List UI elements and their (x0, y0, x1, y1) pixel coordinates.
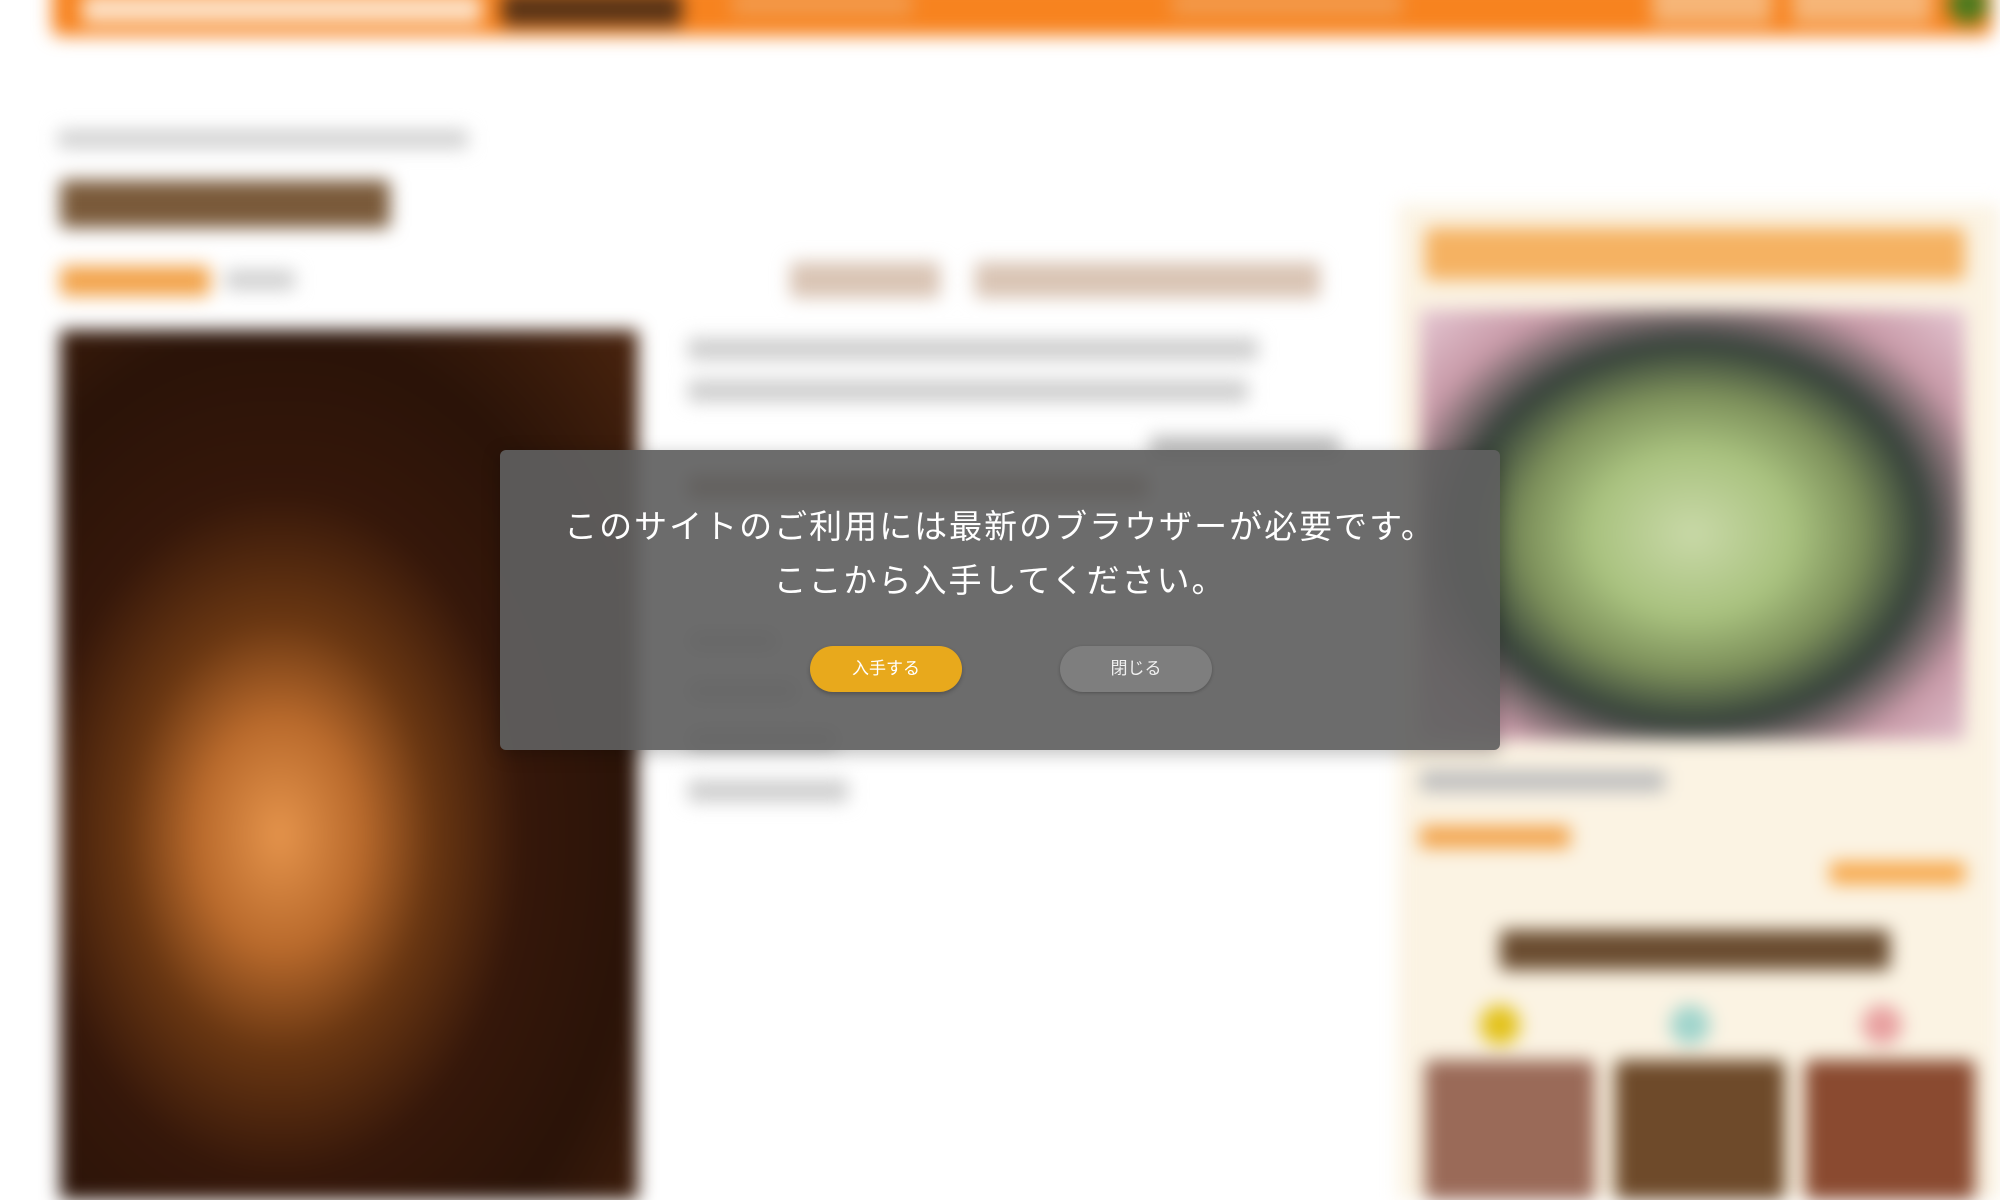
close-button[interactable]: 閉じる (1060, 646, 1212, 692)
sidebar-caption (1420, 770, 1665, 792)
ranking-thumbnail[interactable] (1615, 1060, 1785, 1200)
rating-count (225, 270, 295, 290)
ingredient-line (688, 780, 848, 802)
sidebar-rating (1420, 826, 1570, 848)
sidebar-photo[interactable] (1420, 310, 1965, 740)
sidebar-banner (1425, 228, 1965, 280)
description-line (688, 380, 1248, 402)
dialog-message-line: ここから入手してください。 (773, 561, 1227, 600)
header-nav-item[interactable] (732, 0, 912, 16)
ranking-thumbnail[interactable] (1425, 1060, 1595, 1200)
breadcrumb (58, 130, 468, 148)
avatar-icon[interactable] (1948, 0, 1988, 24)
search-input[interactable] (82, 0, 482, 24)
header-nav-item[interactable] (1172, 0, 1402, 16)
site-header (52, 0, 1992, 36)
save-recipe-button[interactable] (790, 262, 940, 298)
add-to-list-button[interactable] (975, 262, 1320, 298)
header-tab[interactable] (1792, 0, 1932, 24)
rank-badge (1862, 1005, 1902, 1045)
browser-upgrade-dialog: このサイトのご利用には最新のブラウザーが必要です。 ここから入手してください。 … (500, 450, 1500, 750)
dialog-message: このサイトのご利用には最新のブラウザーが必要です。 ここから入手してください。 (500, 500, 1500, 608)
page: このサイトのご利用には最新のブラウザーが必要です。 ここから入手してください。 … (0, 0, 2000, 1200)
header-tab[interactable] (1652, 0, 1772, 24)
dialog-message-line: このサイトのご利用には最新のブラウザーが必要です。 (564, 507, 1436, 546)
rating-badge (60, 266, 210, 296)
description-line (688, 338, 1258, 360)
ranking-heading (1500, 930, 1890, 970)
rank-badge (1480, 1005, 1520, 1045)
get-browser-button[interactable]: 入手する (810, 646, 962, 692)
sidebar-more-link[interactable] (1830, 862, 1965, 884)
search-button[interactable] (502, 0, 682, 26)
page-title (60, 180, 390, 228)
ranking-thumbnail[interactable] (1805, 1060, 1975, 1200)
rank-badge (1670, 1005, 1710, 1045)
